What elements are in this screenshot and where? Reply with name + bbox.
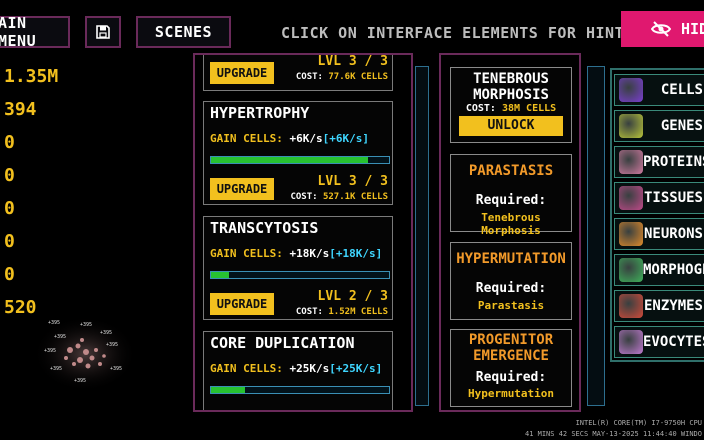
- svg-text:+395: +395: [80, 322, 92, 328]
- category-morphogens[interactable]: MORPHOGENS: [614, 254, 704, 286]
- upgrade-title: CORE DUPLICATION: [210, 334, 355, 352]
- mutation-title: PARASTASIS: [468, 163, 554, 179]
- category-label: MORPHOGENS: [643, 262, 704, 278]
- level-indicator: LVL 3 / 3: [317, 54, 388, 69]
- unlock-button[interactable]: UNLOCK: [459, 116, 563, 136]
- mutation-card-featured: TENEBROUS MORPHOSIS COST: 38M CELLS UNLOC…: [450, 67, 572, 143]
- category-label: TISSUES: [643, 190, 703, 206]
- neuron-icon: [619, 222, 643, 246]
- resource-counter: 394: [4, 99, 37, 120]
- upgrade-card-transcytosis: TRANSCYTOSIS GAIN CELLS: +18K/s[+18K/s] …: [203, 216, 393, 320]
- category-proteins[interactable]: PROTEINS: [614, 146, 704, 178]
- upgrade-button[interactable]: UPGRADE: [210, 62, 274, 84]
- mutations-panel: TENEBROUS MORPHOSIS COST: 38M CELLS UNLOC…: [439, 53, 581, 412]
- upgrades-scrollbar[interactable]: [415, 66, 429, 406]
- main-menu-button[interactable]: AIN MENU: [0, 14, 70, 50]
- gene-icon: [619, 114, 643, 138]
- mutation-card-locked[interactable]: PARASTASIS Required: Tenebrous Morphosis: [450, 154, 572, 237]
- required-label: Required:: [475, 193, 547, 208]
- category-label: CELLS: [660, 82, 703, 98]
- category-tissues[interactable]: TISSUES: [614, 182, 704, 214]
- mutation-title: HYPERMUTATION: [456, 251, 566, 267]
- category-label: ENZYMES: [643, 298, 703, 314]
- cell-cluster-image[interactable]: +395 +395 +395 +395 +395 +395 +395 +395 +395: [30, 312, 140, 392]
- evocyte-icon: [619, 330, 643, 354]
- upgrade-gain: GAIN CELLS: +18K/s[+18K/s]: [210, 247, 383, 260]
- upgrade-cost: COST: 527.1K CELLS: [290, 192, 388, 202]
- hint-text: CLICK ON INTERFACE ELEMENTS FOR HINTS: [281, 24, 634, 42]
- upgrades-panel: UPGRADE LVL 3 / 3 COST: 77.6K CELLS HYPE…: [193, 53, 413, 412]
- progress-bar: [210, 271, 390, 279]
- progress-bar: [210, 386, 390, 394]
- svg-text:+395: +395: [48, 320, 60, 326]
- category-genes[interactable]: GENES: [614, 110, 704, 142]
- upgrade-gain: GAIN CELLS: +25K/s[+25K/s]: [210, 362, 383, 375]
- mutations-scrollbar[interactable]: [587, 66, 605, 406]
- cell-icon: [619, 78, 643, 102]
- upgrade-card-partial: UPGRADE LVL 3 / 3 COST: 77.6K CELLS: [203, 54, 393, 91]
- enzyme-icon: [619, 294, 643, 318]
- morphogen-icon: [619, 258, 643, 282]
- upgrade-cost: COST: 77.6K CELLS: [295, 72, 388, 82]
- svg-text:+395: +395: [54, 334, 66, 340]
- upgrade-button[interactable]: UPGRADE: [210, 178, 274, 200]
- resource-counter: 0: [4, 231, 15, 252]
- category-evocytes[interactable]: EVOCYTES: [614, 326, 704, 358]
- upgrade-cost: COST: 1.52M CELLS: [295, 307, 388, 317]
- upgrade-title: HYPERTROPHY: [210, 104, 310, 122]
- required-item: Parastasis: [477, 299, 545, 312]
- upgrade-gain: GAIN CELLS: +6K/s[+6K/s]: [210, 132, 369, 145]
- system-info: INTEL(R) CORE(TM) I7-9750H CPU: [575, 419, 702, 427]
- required-item: Hypermutation: [467, 387, 555, 400]
- required-label: Required:: [475, 281, 547, 296]
- category-label: PROTEINS: [643, 154, 704, 170]
- resource-counter: 0: [4, 132, 15, 153]
- hide-button[interactable]: HIDE: [621, 11, 704, 47]
- svg-text:+395: +395: [50, 366, 62, 372]
- system-info: 41 MINS 42 SECS MAY-13-2025 11:44:40 WIN…: [524, 430, 702, 438]
- resource-counter: 0: [4, 198, 15, 219]
- mutation-card-locked[interactable]: PROGENITOR EMERGENCE Required: Hypermutat…: [450, 329, 572, 407]
- mutation-title: TENEBROUS MORPHOSIS: [473, 71, 549, 103]
- svg-text:+395: +395: [106, 342, 118, 348]
- eye-off-icon: [651, 21, 671, 37]
- category-label: EVOCYTES: [643, 334, 704, 350]
- protein-icon: [619, 150, 643, 174]
- category-cells[interactable]: CELLS: [614, 74, 704, 106]
- svg-text:+395: +395: [44, 348, 56, 354]
- category-label: GENES: [660, 118, 703, 134]
- progress-bar: [210, 156, 390, 164]
- save-button[interactable]: [85, 16, 121, 48]
- mutation-cost: COST: 38M CELLS: [465, 103, 557, 114]
- category-neurons[interactable]: NEURONS: [614, 218, 704, 250]
- upgrade-card-core-duplication: CORE DUPLICATION GAIN CELLS: +25K/s[+25K…: [203, 331, 393, 410]
- level-indicator: LVL 3 / 3: [317, 174, 388, 189]
- category-label: NEURONS: [643, 226, 703, 242]
- svg-text:+395: +395: [110, 366, 122, 372]
- scenes-button[interactable]: SCENES: [136, 16, 231, 48]
- upgrade-card-hypertrophy: HYPERTROPHY GAIN CELLS: +6K/s[+6K/s] UPG…: [203, 101, 393, 205]
- upgrade-button[interactable]: UPGRADE: [210, 293, 274, 315]
- resource-counter: 0: [4, 264, 15, 285]
- required-label: Required:: [475, 370, 547, 385]
- upgrade-title: TRANSCYTOSIS: [210, 219, 319, 237]
- resource-counter: 0: [4, 165, 15, 186]
- mutation-card-locked[interactable]: HYPERMUTATION Required: Parastasis: [450, 242, 572, 320]
- tissue-icon: [619, 186, 643, 210]
- floppy-disk-icon: [96, 25, 110, 39]
- required-item: Tenebrous Morphosis: [481, 211, 541, 237]
- svg-text:+395: +395: [100, 330, 112, 336]
- resource-counter: 1.35M: [4, 66, 59, 87]
- mutation-title: PROGENITOR EMERGENCE: [468, 332, 554, 364]
- svg-text:+395: +395: [74, 378, 86, 384]
- category-panel: CELLS GENES PROTEINS TISSUES NEURONS MOR…: [610, 68, 704, 362]
- category-enzymes[interactable]: ENZYMES: [614, 290, 704, 322]
- hide-label: HIDE: [681, 20, 704, 38]
- level-indicator: LVL 2 / 3: [317, 289, 388, 304]
